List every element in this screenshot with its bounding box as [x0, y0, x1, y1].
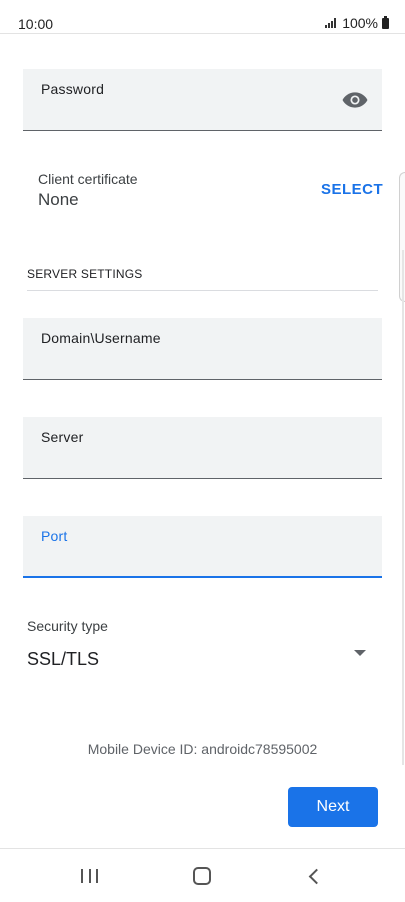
port-label: Port	[41, 528, 68, 544]
status-bar: 10:00 100%	[0, 0, 405, 34]
status-indicators: 100%	[325, 15, 389, 31]
section-divider	[27, 290, 378, 291]
home-icon[interactable]	[193, 867, 211, 885]
battery-icon	[382, 15, 389, 29]
password-label: Password	[41, 81, 105, 97]
battery-percent: 100%	[342, 15, 378, 31]
server-field[interactable]: Server	[23, 417, 382, 479]
password-field[interactable]: Password	[23, 69, 382, 131]
recent-apps-icon[interactable]	[81, 869, 98, 883]
eye-icon[interactable]	[342, 91, 368, 109]
signal-icon	[325, 18, 337, 28]
mobile-device-id: Mobile Device ID: androidc78595002	[87, 741, 318, 757]
status-time: 10:00	[18, 16, 54, 32]
domain-username-field[interactable]: Domain\Username	[23, 318, 382, 380]
client-certificate-value: None	[38, 190, 79, 209]
domain-username-label: Domain\Username	[41, 330, 161, 346]
navigation-bar	[0, 848, 405, 902]
port-field[interactable]: Port	[23, 516, 382, 578]
scrollbar-track	[402, 250, 404, 765]
server-settings-header: SERVER SETTINGS	[27, 267, 143, 281]
back-icon[interactable]	[308, 868, 325, 885]
client-certificate-label: Client certificate	[38, 171, 138, 187]
next-button[interactable]: Next	[288, 787, 378, 827]
security-type-label: Security type	[27, 618, 108, 634]
server-label: Server	[41, 429, 84, 445]
dropdown-arrow-icon[interactable]	[354, 650, 366, 656]
select-certificate-button[interactable]: SELECT	[321, 181, 383, 198]
security-type-select[interactable]: SSL/TLS	[27, 649, 99, 670]
